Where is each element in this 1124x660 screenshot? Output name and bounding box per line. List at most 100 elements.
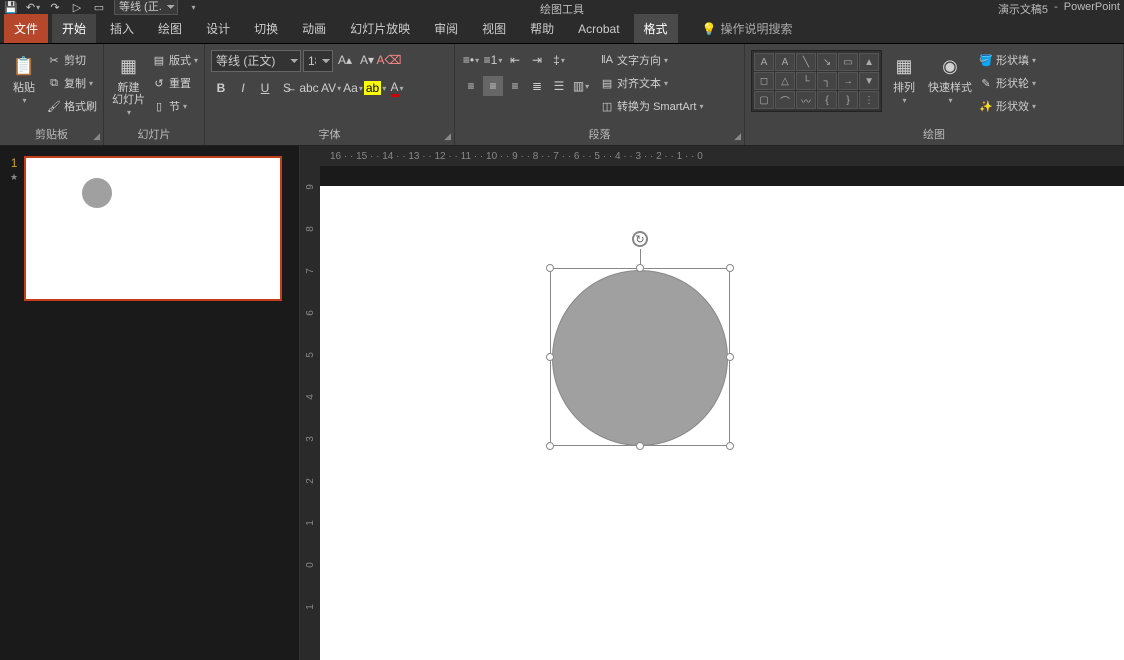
copy-button[interactable]: ⧉复制 <box>46 73 97 93</box>
save-icon[interactable]: 💾 <box>4 0 18 14</box>
align-left-button[interactable]: ≡ <box>461 76 481 96</box>
cut-button[interactable]: ✂剪切 <box>46 50 97 70</box>
reset-button[interactable]: ↺重置 <box>151 73 198 93</box>
columns-button[interactable]: ▥ <box>571 76 591 96</box>
tab-file[interactable]: 文件 <box>4 14 48 43</box>
clear-formatting-button[interactable]: A⌫ <box>379 50 399 70</box>
shape-more-icon[interactable]: ⋮ <box>859 91 879 109</box>
shape-square-icon[interactable]: ◻ <box>754 72 774 90</box>
format-painter-button[interactable]: 🖌格式刷 <box>46 96 97 116</box>
shape-effects-button[interactable]: ✨形状效 <box>978 96 1036 116</box>
font-name-select[interactable]: 等线 (正文) <box>211 50 301 72</box>
slide-thumbnail-panel[interactable]: 1 ★ <box>0 146 300 660</box>
new-slide-button[interactable]: ▦ 新建 幻灯片 <box>110 50 147 119</box>
paste-button[interactable]: 📋 粘贴 <box>6 50 42 107</box>
decrease-indent-button[interactable]: ⇤ <box>505 50 525 70</box>
qat-customize-icon[interactable] <box>186 0 200 14</box>
shape-down-icon[interactable]: ▼ <box>859 72 879 90</box>
section-button[interactable]: ▯节 <box>151 96 198 116</box>
grow-font-button[interactable]: A▴ <box>335 50 355 70</box>
tab-insert[interactable]: 插入 <box>100 14 144 43</box>
shape-arrowline-icon[interactable]: ↘ <box>817 53 837 71</box>
shadow-button[interactable]: abc <box>299 78 319 98</box>
resize-handle-tl[interactable] <box>546 264 554 272</box>
change-case-button[interactable]: Aa <box>343 78 363 98</box>
shape-arrow-icon[interactable]: → <box>838 72 858 90</box>
italic-button[interactable]: I <box>233 78 253 98</box>
resize-handle-tr[interactable] <box>726 264 734 272</box>
char-spacing-button[interactable]: AV <box>321 78 341 98</box>
tab-animations[interactable]: 动画 <box>292 14 336 43</box>
shape-wave-icon[interactable]: 〰 <box>796 91 816 109</box>
bold-button[interactable]: B <box>211 78 231 98</box>
rotation-handle[interactable] <box>632 231 648 247</box>
strikethrough-button[interactable]: S̶ <box>277 78 297 98</box>
slide-thumbnail-canvas[interactable] <box>24 156 282 301</box>
tab-help[interactable]: 帮助 <box>520 14 564 43</box>
tab-format[interactable]: 格式 <box>634 14 678 43</box>
qat-font-preview[interactable]: 等线 (正... <box>114 0 178 15</box>
quick-styles-button[interactable]: ◉ 快速样式 <box>926 50 974 107</box>
resize-handle-ml[interactable] <box>546 353 554 361</box>
font-color-button[interactable]: A <box>387 78 407 98</box>
shrink-font-button[interactable]: A▾ <box>357 50 377 70</box>
highlight-button[interactable]: ab <box>365 78 385 98</box>
touch-mode-icon[interactable]: ▭ <box>92 0 106 14</box>
shape-curve-icon[interactable]: ⌒ <box>775 91 795 109</box>
shape-brace-r-icon[interactable]: } <box>838 91 858 109</box>
shape-rect-icon[interactable]: ▭ <box>838 53 858 71</box>
shapes-gallery[interactable]: A A ╲ ↘ ▭ ▲ ◻ △ └ ┐ → ▼ ▢ ⌒ 〰 { } ⋮ <box>751 50 882 112</box>
convert-smartart-button[interactable]: ◫转换为 SmartArt <box>599 96 703 116</box>
text-direction-button[interactable]: ‖A文字方向 <box>599 50 703 70</box>
tab-review[interactable]: 审阅 <box>424 14 468 43</box>
clipboard-launcher-icon[interactable]: ◢ <box>93 131 100 142</box>
shape-elbow2-icon[interactable]: ┐ <box>817 72 837 90</box>
font-launcher-icon[interactable]: ◢ <box>444 131 451 142</box>
resize-handle-bl[interactable] <box>546 442 554 450</box>
shape-textbox-icon[interactable]: A <box>754 53 774 71</box>
slide-editor[interactable]: 16 · · 15 · · 14 · · 13 · · 12 · · 11 · … <box>300 146 1124 660</box>
shape-roundrect-icon[interactable]: ▢ <box>754 91 774 109</box>
vertical-ruler[interactable]: 9 8 7 6 5 4 3 2 1 0 1 <box>300 166 320 660</box>
tab-draw[interactable]: 绘图 <box>148 14 192 43</box>
shape-fill-button[interactable]: 🪣形状填 <box>978 50 1036 70</box>
arrange-button[interactable]: ▦ 排列 <box>886 50 922 107</box>
resize-handle-tm[interactable] <box>636 264 644 272</box>
tab-home[interactable]: 开始 <box>52 14 96 43</box>
horizontal-ruler[interactable]: 16 · · 15 · · 14 · · 13 · · 12 · · 11 · … <box>300 146 1124 166</box>
align-right-button[interactable]: ≡ <box>505 76 525 96</box>
shape-triangle-icon[interactable]: △ <box>775 72 795 90</box>
tell-me-search[interactable]: 💡 操作说明搜索 <box>702 20 793 37</box>
tab-slideshow[interactable]: 幻灯片放映 <box>340 14 420 43</box>
shape-up-icon[interactable]: ▲ <box>859 53 879 71</box>
align-center-button[interactable]: ≡ <box>483 76 503 96</box>
increase-indent-button[interactable]: ⇥ <box>527 50 547 70</box>
resize-handle-bm[interactable] <box>636 442 644 450</box>
shape-vtextbox-icon[interactable]: A <box>775 53 795 71</box>
start-from-beginning-icon[interactable]: ▷ <box>70 0 84 14</box>
underline-button[interactable]: U <box>255 78 275 98</box>
tab-design[interactable]: 设计 <box>196 14 240 43</box>
numbering-button[interactable]: ≡1 <box>483 50 503 70</box>
ellipse-shape[interactable] <box>552 270 728 446</box>
paragraph-launcher-icon[interactable]: ◢ <box>734 131 741 142</box>
font-size-select[interactable]: 18 <box>303 50 333 72</box>
shape-brace-l-icon[interactable]: { <box>817 91 837 109</box>
tab-transitions[interactable]: 切换 <box>244 14 288 43</box>
tab-view[interactable]: 视图 <box>472 14 516 43</box>
shape-line-icon[interactable]: ╲ <box>796 53 816 71</box>
undo-button[interactable]: ↶ <box>26 0 40 14</box>
slide-canvas[interactable] <box>320 186 1124 660</box>
redo-button[interactable]: ↷ <box>48 0 62 14</box>
shape-selection-box[interactable] <box>550 268 730 446</box>
justify-button[interactable]: ≣ <box>527 76 547 96</box>
shape-outline-button[interactable]: ✎形状轮 <box>978 73 1036 93</box>
align-text-button[interactable]: ▤对齐文本 <box>599 73 703 93</box>
distribute-button[interactable]: ☰ <box>549 76 569 96</box>
slide-thumbnail-1[interactable]: 1 ★ <box>10 156 289 301</box>
line-spacing-button[interactable]: ‡ <box>549 50 569 70</box>
tab-acrobat[interactable]: Acrobat <box>568 16 629 42</box>
resize-handle-mr[interactable] <box>726 353 734 361</box>
bullets-button[interactable]: ≡• <box>461 50 481 70</box>
resize-handle-br[interactable] <box>726 442 734 450</box>
